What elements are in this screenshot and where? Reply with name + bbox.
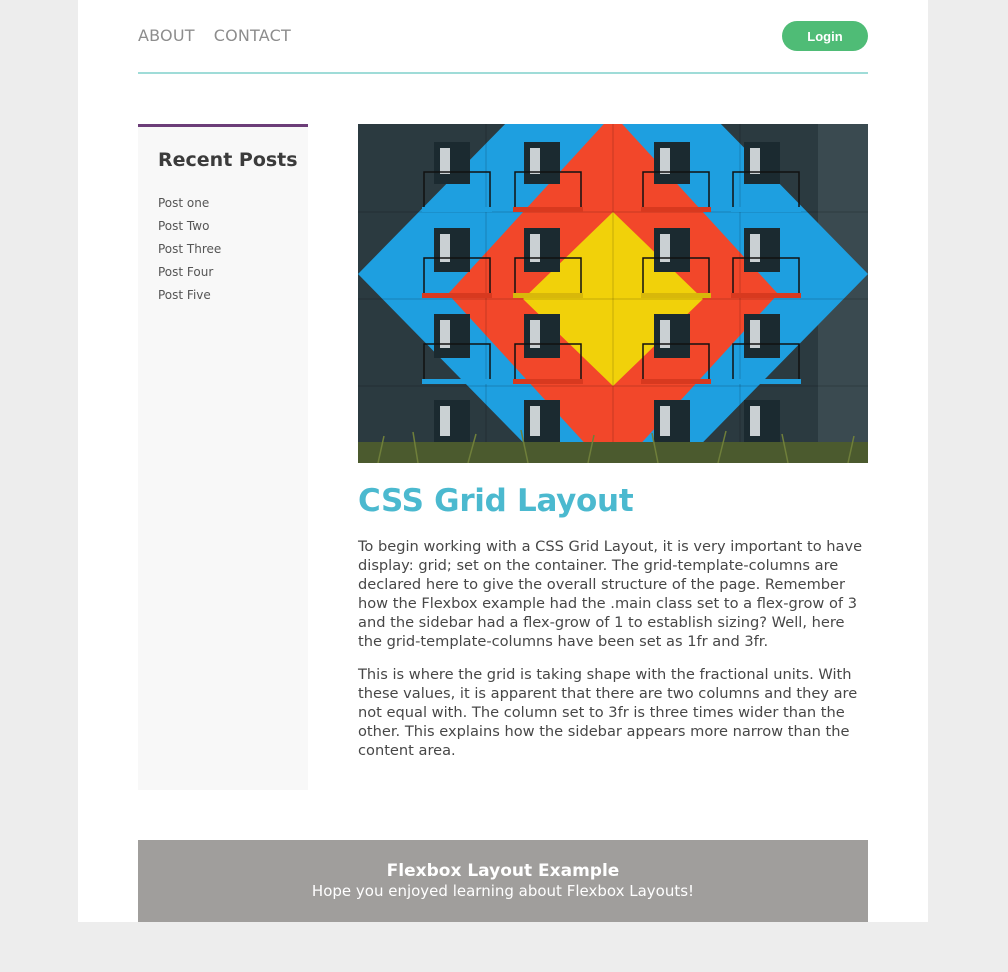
post-link-5[interactable]: Post Five bbox=[158, 288, 211, 302]
footer-title: Flexbox Layout Example bbox=[386, 861, 620, 881]
list-item: Post Four bbox=[158, 261, 221, 284]
main-nav: ABOUT CONTACT bbox=[138, 26, 291, 45]
sidebar: Recent Posts Post one Post Two Post Thre… bbox=[138, 124, 308, 790]
main-content: CSS Grid Layout To begin working with a … bbox=[358, 124, 868, 760]
nav-about-link[interactable]: ABOUT bbox=[138, 26, 195, 45]
body-paragraph-1: To begin working with a CSS Grid Layout,… bbox=[358, 538, 863, 650]
sidebar-heading: Recent Posts bbox=[158, 149, 298, 171]
site-footer: Flexbox Layout Example Hope you enjoyed … bbox=[138, 840, 868, 922]
post-link-1[interactable]: Post one bbox=[158, 196, 209, 210]
site-header: ABOUT CONTACT Login bbox=[138, 0, 868, 74]
post-link-3[interactable]: Post Three bbox=[158, 242, 221, 256]
page-title: CSS Grid Layout bbox=[358, 483, 634, 519]
post-link-4[interactable]: Post Four bbox=[158, 265, 213, 279]
building-illustration bbox=[358, 124, 868, 463]
list-item: Post one bbox=[158, 192, 221, 215]
login-button[interactable]: Login bbox=[782, 21, 868, 51]
list-item: Post Three bbox=[158, 238, 221, 261]
post-link-2[interactable]: Post Two bbox=[158, 219, 209, 233]
nav-contact-link[interactable]: CONTACT bbox=[214, 26, 291, 45]
body-paragraph-2: This is where the grid is taking shape w… bbox=[358, 666, 858, 759]
footer-subtitle: Hope you enjoyed learning about Flexbox … bbox=[311, 882, 695, 900]
page-container: ABOUT CONTACT Login Recent Posts Post on… bbox=[78, 0, 928, 922]
recent-posts-list: Post one Post Two Post Three Post Four P… bbox=[158, 192, 221, 307]
list-item: Post Two bbox=[158, 215, 221, 238]
hero-image bbox=[358, 124, 868, 463]
list-item: Post Five bbox=[158, 284, 221, 307]
